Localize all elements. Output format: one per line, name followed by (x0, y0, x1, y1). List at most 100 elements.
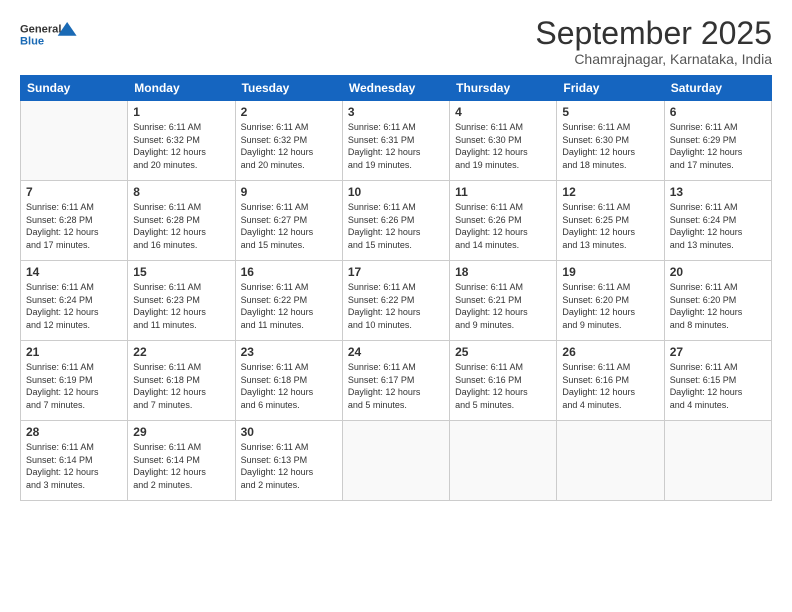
calendar-day-cell: 5 Sunrise: 6:11 AMSunset: 6:30 PMDaylight… (557, 101, 664, 181)
day-number: 12 (562, 185, 658, 199)
day-info: Sunrise: 6:11 AMSunset: 6:18 PMDaylight:… (241, 361, 337, 411)
calendar-header-cell: Monday (128, 76, 235, 101)
day-number: 17 (348, 265, 444, 279)
calendar-week-row: 7 Sunrise: 6:11 AMSunset: 6:28 PMDaylight… (21, 181, 772, 261)
day-info: Sunrise: 6:11 AMSunset: 6:24 PMDaylight:… (670, 201, 766, 251)
day-info: Sunrise: 6:11 AMSunset: 6:17 PMDaylight:… (348, 361, 444, 411)
day-number: 30 (241, 425, 337, 439)
day-info: Sunrise: 6:11 AMSunset: 6:14 PMDaylight:… (26, 441, 122, 491)
logo: General Blue (20, 16, 80, 52)
calendar-day-cell: 17Sunrise: 6:11 AMSunset: 6:22 PMDayligh… (342, 261, 449, 341)
day-number: 7 (26, 185, 122, 199)
calendar-day-cell: 3 Sunrise: 6:11 AMSunset: 6:31 PMDaylight… (342, 101, 449, 181)
day-number: 22 (133, 345, 229, 359)
calendar-day-cell: 20Sunrise: 6:11 AMSunset: 6:20 PMDayligh… (664, 261, 771, 341)
day-info: Sunrise: 6:11 AMSunset: 6:25 PMDaylight:… (562, 201, 658, 251)
day-number: 2 (241, 105, 337, 119)
day-info: Sunrise: 6:11 AMSunset: 6:18 PMDaylight:… (133, 361, 229, 411)
calendar-day-cell: 7Sunrise: 6:11 AMSunset: 6:28 PMDaylight… (21, 181, 128, 261)
day-info: Sunrise: 6:11 AMSunset: 6:20 PMDaylight:… (670, 281, 766, 331)
calendar-day-cell: 11Sunrise: 6:11 AMSunset: 6:26 PMDayligh… (450, 181, 557, 261)
calendar-week-row: 28 Sunrise: 6:11 AMSunset: 6:14 PMDayligh… (21, 421, 772, 501)
calendar-day-cell: 30 Sunrise: 6:11 AMSunset: 6:13 PMDayligh… (235, 421, 342, 501)
day-number: 18 (455, 265, 551, 279)
day-info: Sunrise: 6:11 AMSunset: 6:32 PMDaylight:… (133, 121, 229, 171)
calendar-day-cell: 9Sunrise: 6:11 AMSunset: 6:27 PMDaylight… (235, 181, 342, 261)
day-info: Sunrise: 6:11 AMSunset: 6:23 PMDaylight:… (133, 281, 229, 331)
month-title: September 2025 (535, 16, 772, 51)
calendar-day-cell: 29Sunrise: 6:11 AMSunset: 6:14 PMDayligh… (128, 421, 235, 501)
calendar-header-cell: Thursday (450, 76, 557, 101)
calendar-body: 1 Sunrise: 6:11 AMSunset: 6:32 PMDaylight… (21, 101, 772, 501)
day-number: 14 (26, 265, 122, 279)
day-number: 27 (670, 345, 766, 359)
calendar-day-cell: 15Sunrise: 6:11 AMSunset: 6:23 PMDayligh… (128, 261, 235, 341)
calendar-week-row: 14 Sunrise: 6:11 AMSunset: 6:24 PMDayligh… (21, 261, 772, 341)
day-number: 19 (562, 265, 658, 279)
calendar-header-cell: Friday (557, 76, 664, 101)
calendar-day-cell: 14 Sunrise: 6:11 AMSunset: 6:24 PMDayligh… (21, 261, 128, 341)
day-number: 5 (562, 105, 658, 119)
calendar-day-cell: 21 Sunrise: 6:11 AMSunset: 6:19 PMDayligh… (21, 341, 128, 421)
calendar-day-cell: 19 Sunrise: 6:11 AMSunset: 6:20 PMDayligh… (557, 261, 664, 341)
day-number: 1 (133, 105, 229, 119)
calendar-day-cell: 12 Sunrise: 6:11 AMSunset: 6:25 PMDayligh… (557, 181, 664, 261)
calendar-day-cell: 27 Sunrise: 6:11 AMSunset: 6:15 PMDayligh… (664, 341, 771, 421)
calendar-day-cell: 25 Sunrise: 6:11 AMSunset: 6:16 PMDayligh… (450, 341, 557, 421)
day-info: Sunrise: 6:11 AMSunset: 6:22 PMDaylight:… (241, 281, 337, 331)
calendar-day-cell: 4 Sunrise: 6:11 AMSunset: 6:30 PMDaylight… (450, 101, 557, 181)
day-number: 8 (133, 185, 229, 199)
calendar-day-cell: 23 Sunrise: 6:11 AMSunset: 6:18 PMDayligh… (235, 341, 342, 421)
calendar-week-row: 1 Sunrise: 6:11 AMSunset: 6:32 PMDaylight… (21, 101, 772, 181)
day-info: Sunrise: 6:11 AMSunset: 6:26 PMDaylight:… (348, 201, 444, 251)
calendar-day-cell (450, 421, 557, 501)
day-info: Sunrise: 6:11 AMSunset: 6:28 PMDaylight:… (133, 201, 229, 251)
day-number: 26 (562, 345, 658, 359)
calendar-day-cell: 26 Sunrise: 6:11 AMSunset: 6:16 PMDayligh… (557, 341, 664, 421)
calendar-header-cell: Wednesday (342, 76, 449, 101)
calendar-header-cell: Sunday (21, 76, 128, 101)
day-info: Sunrise: 6:11 AMSunset: 6:16 PMDaylight:… (562, 361, 658, 411)
calendar-day-cell: 24Sunrise: 6:11 AMSunset: 6:17 PMDayligh… (342, 341, 449, 421)
day-number: 6 (670, 105, 766, 119)
day-info: Sunrise: 6:11 AMSunset: 6:31 PMDaylight:… (348, 121, 444, 171)
day-info: Sunrise: 6:11 AMSunset: 6:13 PMDaylight:… (241, 441, 337, 491)
calendar-week-row: 21 Sunrise: 6:11 AMSunset: 6:19 PMDayligh… (21, 341, 772, 421)
calendar-header-cell: Tuesday (235, 76, 342, 101)
day-number: 23 (241, 345, 337, 359)
calendar: SundayMondayTuesdayWednesdayThursdayFrid… (20, 75, 772, 501)
day-number: 16 (241, 265, 337, 279)
day-info: Sunrise: 6:11 AMSunset: 6:19 PMDaylight:… (26, 361, 122, 411)
day-info: Sunrise: 6:11 AMSunset: 6:26 PMDaylight:… (455, 201, 551, 251)
calendar-day-cell: 16 Sunrise: 6:11 AMSunset: 6:22 PMDayligh… (235, 261, 342, 341)
day-info: Sunrise: 6:11 AMSunset: 6:32 PMDaylight:… (241, 121, 337, 171)
day-number: 21 (26, 345, 122, 359)
day-number: 25 (455, 345, 551, 359)
calendar-day-cell: 6 Sunrise: 6:11 AMSunset: 6:29 PMDaylight… (664, 101, 771, 181)
day-info: Sunrise: 6:11 AMSunset: 6:30 PMDaylight:… (455, 121, 551, 171)
day-info: Sunrise: 6:11 AMSunset: 6:20 PMDaylight:… (562, 281, 658, 331)
day-info: Sunrise: 6:11 AMSunset: 6:21 PMDaylight:… (455, 281, 551, 331)
day-info: Sunrise: 6:11 AMSunset: 6:15 PMDaylight:… (670, 361, 766, 411)
svg-text:General: General (20, 23, 61, 35)
day-info: Sunrise: 6:11 AMSunset: 6:30 PMDaylight:… (562, 121, 658, 171)
header: General Blue September 2025 Chamrajnagar… (20, 16, 772, 67)
day-number: 4 (455, 105, 551, 119)
calendar-day-cell (557, 421, 664, 501)
day-info: Sunrise: 6:11 AMSunset: 6:24 PMDaylight:… (26, 281, 122, 331)
day-info: Sunrise: 6:11 AMSunset: 6:16 PMDaylight:… (455, 361, 551, 411)
day-number: 9 (241, 185, 337, 199)
day-number: 3 (348, 105, 444, 119)
day-info: Sunrise: 6:11 AMSunset: 6:14 PMDaylight:… (133, 441, 229, 491)
calendar-day-cell: 8 Sunrise: 6:11 AMSunset: 6:28 PMDaylight… (128, 181, 235, 261)
page: General Blue September 2025 Chamrajnagar… (0, 0, 792, 612)
day-number: 10 (348, 185, 444, 199)
day-info: Sunrise: 6:11 AMSunset: 6:29 PMDaylight:… (670, 121, 766, 171)
calendar-day-cell (664, 421, 771, 501)
title-area: September 2025 Chamrajnagar, Karnataka, … (535, 16, 772, 67)
day-number: 28 (26, 425, 122, 439)
calendar-day-cell: 2 Sunrise: 6:11 AMSunset: 6:32 PMDaylight… (235, 101, 342, 181)
logo-svg: General Blue (20, 16, 80, 52)
calendar-day-cell: 28 Sunrise: 6:11 AMSunset: 6:14 PMDayligh… (21, 421, 128, 501)
calendar-day-cell: 13Sunrise: 6:11 AMSunset: 6:24 PMDayligh… (664, 181, 771, 261)
